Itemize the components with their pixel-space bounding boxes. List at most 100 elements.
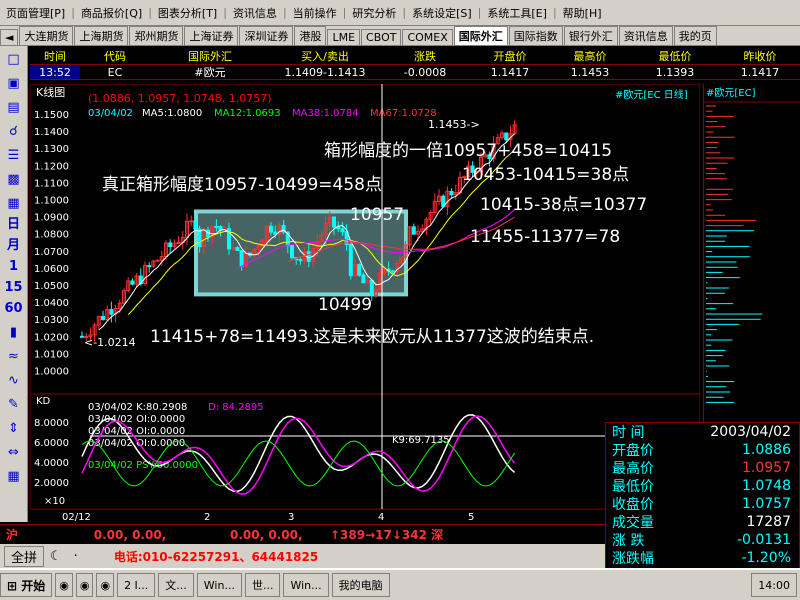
tab-8[interactable]: COMEX [402, 29, 453, 45]
info-value: 1.0957 [742, 460, 791, 476]
ie-icon[interactable]: ◉ [55, 573, 73, 597]
tab-13[interactable]: 我的页 [673, 26, 717, 45]
annotation-text: 10453-10415=38点 [462, 165, 629, 185]
status-prefix: 沪 [6, 528, 19, 542]
chart-right-title: #欧元[EC 日线] [615, 88, 688, 101]
period-15min-button[interactable]: 15 [0, 277, 27, 298]
market-tabs: ◄ 大连期货 上海期货 郑州期货 上海证券 深圳证券 港股 LME CBOT COMEX 国际外汇国… [0, 26, 800, 46]
annotation-text: 真正箱形幅度10957-10499=458点 [102, 175, 382, 195]
pen-icon[interactable]: ✎ [4, 395, 24, 415]
y-tick-label: 1.0400 [34, 298, 69, 309]
tab-7[interactable]: CBOT [361, 29, 402, 45]
candlestick-icon[interactable]: ▮ [4, 323, 24, 343]
kd-label: D: 84.2895 [208, 402, 264, 413]
start-button[interactable]: ⊞ 开始 [0, 573, 53, 597]
candle-body [306, 251, 311, 262]
info-value: 1.0886 [742, 442, 791, 458]
info-key: 收盘价 [612, 497, 654, 513]
menu-item-1[interactable]: 商品报价[Q] [75, 5, 148, 21]
menu-item-8[interactable]: 帮助[H] [557, 5, 608, 21]
candle-body [361, 274, 366, 284]
tab-10[interactable]: 国际指数 [508, 26, 563, 45]
app-icon[interactable]: ◉ [96, 573, 115, 597]
volume-profile-panel: #欧元[EC] [703, 84, 800, 424]
ma-label: MA12:1.0693 [214, 108, 281, 119]
info-row: 时 间 2003/04/02 [606, 423, 799, 441]
annotation-text: 11455-11377=78 [470, 227, 620, 247]
list-icon[interactable]: ☰ [4, 146, 24, 166]
tab-1[interactable]: 上海期货 [74, 26, 129, 45]
profile-title: #欧元[EC] [706, 87, 756, 99]
tab-9[interactable]: 国际外汇 [453, 26, 508, 45]
tab-0[interactable]: 大连期货 [19, 26, 74, 45]
candle-body [189, 220, 194, 223]
media-icon[interactable]: ◉ [75, 573, 94, 597]
info-key: 成交量 [612, 515, 654, 531]
punct-icon[interactable]: · [68, 549, 84, 564]
annotation-text: 10415-38点=10377 [480, 195, 647, 215]
taskbar-item[interactable]: 我的电脑 [331, 573, 390, 597]
clock: 14:00 [751, 573, 797, 597]
menu-item-4[interactable]: 当前操作 [287, 5, 343, 21]
menu-item-0[interactable]: 页面管理[P] [0, 5, 71, 21]
taskbar-item[interactable]: 2 I... [117, 573, 156, 597]
period-month-button[interactable]: 月 [0, 235, 27, 256]
taskbar-item[interactable]: 文... [158, 573, 194, 597]
period-60min-button[interactable]: 60 [0, 298, 27, 319]
period-day-button[interactable]: 日 [0, 214, 27, 235]
candle-body [239, 249, 244, 267]
new-page-icon[interactable]: □ [4, 50, 24, 70]
quote-col-header: 最低价 [658, 50, 692, 63]
y-tick-label: 1.1500 [34, 110, 69, 121]
grid-icon[interactable]: ▦ [4, 194, 24, 214]
tab-5[interactable]: 港股 [294, 26, 327, 45]
info-value: 1.0748 [742, 478, 791, 494]
status-bar: 沪 0.00, 0.00, 0.00, 0.00, ↑389→17↓342 深 [0, 524, 605, 544]
x-tick-label: 2 [204, 512, 210, 523]
split-icon[interactable]: ⇕ [4, 419, 24, 439]
tab-scroll-arrow[interactable]: ◄ [0, 29, 19, 45]
kd-y-label: 2.0000 [34, 478, 69, 489]
taskbar-item[interactable]: 世... [244, 573, 281, 597]
input-method-button[interactable]: 全拼 [4, 545, 45, 567]
table-icon[interactable]: ▦ [4, 467, 24, 487]
taskbar-item[interactable]: Win... [196, 573, 242, 597]
price-chart[interactable]: K线图 (1.0886, 1.0957, 1.0748, 1.0757) 03/04… [30, 84, 700, 524]
info-key: 时 间 [612, 425, 645, 441]
print-icon[interactable]: ▤ [4, 98, 24, 118]
y-tick-label: 1.0700 [34, 247, 69, 258]
kd-y-label: 4.0000 [34, 458, 69, 469]
quote-cell: 1.1393 [655, 65, 695, 79]
merge-icon[interactable]: ⇔ [4, 443, 24, 463]
info-row: 涨跌幅 -1.20% [606, 549, 799, 567]
kd-icon[interactable]: ∿ [4, 371, 24, 391]
tab-11[interactable]: 银行外汇 [563, 26, 618, 45]
menu-item-3[interactable]: 资讯信息 [227, 5, 283, 21]
tab-12[interactable]: 资讯信息 [618, 26, 673, 45]
y-tick-label: 1.1400 [34, 127, 69, 138]
taskbar-item[interactable]: Win... [283, 573, 329, 597]
quote-col-header: 昨收价 [743, 50, 777, 63]
quote-row[interactable]: 13:52 EC #欧元 1.1409-1.1413 -0.0008 1.1417 1.14… [30, 64, 800, 80]
quote-col-header: 涨跌 [414, 50, 436, 63]
ime-icon[interactable]: ☾ [44, 549, 68, 564]
tab-3[interactable]: 上海证券 [184, 26, 239, 45]
menu-item-7[interactable]: 系统工具[E] [481, 5, 553, 21]
tab-4[interactable]: 深圳证券 [239, 26, 294, 45]
zoom-icon[interactable]: ☌ [4, 122, 24, 142]
period-1min-button[interactable]: 1 [0, 256, 27, 277]
info-key: 开盘价 [612, 443, 654, 459]
menu-item-6[interactable]: 系统设定[S] [406, 5, 478, 21]
tab-2[interactable]: 郑州期货 [129, 26, 184, 45]
y-tick-label: 1.0800 [34, 230, 69, 241]
line-chart-icon[interactable]: ≈ [4, 347, 24, 367]
phone-text: 电话:010-62257291、64441825 [113, 549, 319, 564]
menu-item-5[interactable]: 研究分析 [346, 5, 402, 21]
save-icon[interactable]: ▣ [4, 74, 24, 94]
candle-body [298, 259, 303, 262]
ohlc-label: (1.0886, 1.0957, 1.0748, 1.0757) [88, 92, 272, 105]
menu-item-2[interactable]: 图表分析[T] [152, 5, 223, 21]
window-icon[interactable]: ▩ [4, 170, 24, 190]
y-tick-label: 1.1000 [34, 196, 69, 207]
tab-6[interactable]: LME [327, 29, 361, 45]
